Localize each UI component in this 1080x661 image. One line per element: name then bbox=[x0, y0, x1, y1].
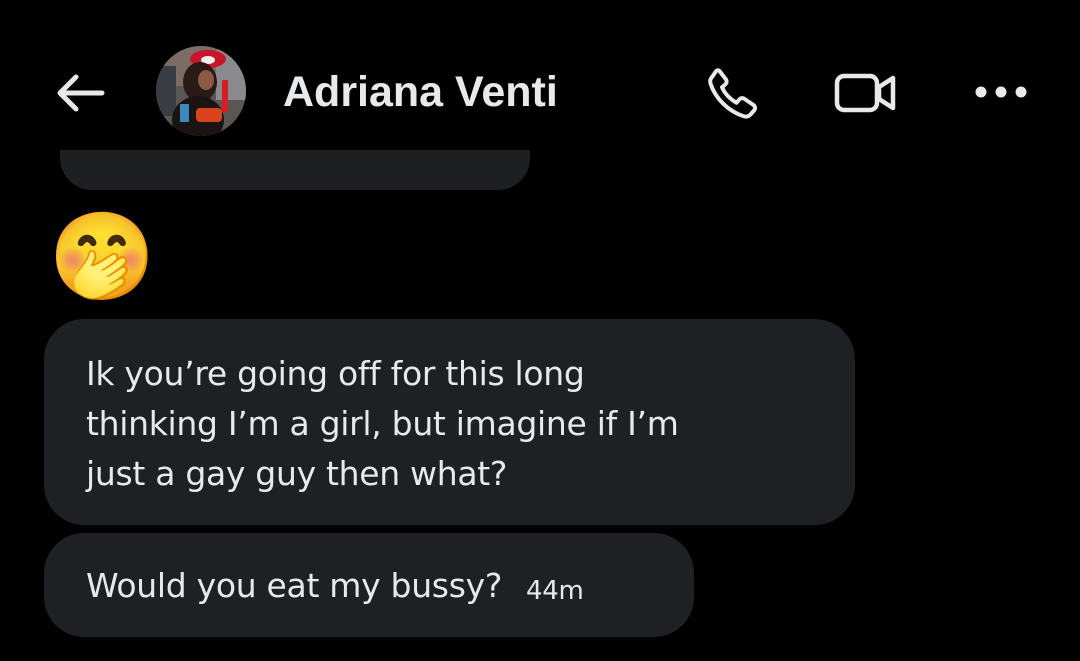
emoji-message[interactable]: 🤭 bbox=[46, 204, 158, 310]
face-with-hand-over-mouth-emoji: 🤭 bbox=[48, 207, 156, 307]
avatar-image bbox=[156, 46, 246, 136]
video-camera-icon bbox=[834, 73, 896, 113]
avatar[interactable] bbox=[156, 46, 246, 136]
phone-icon bbox=[708, 68, 758, 119]
more-horizontal-icon bbox=[975, 86, 1027, 98]
arrow-left-icon bbox=[57, 74, 105, 112]
contact-name[interactable]: Adriana Venti bbox=[283, 62, 558, 122]
conversation-header: Adriana Venti bbox=[0, 0, 1080, 150]
video-call-button[interactable] bbox=[830, 62, 902, 124]
back-button[interactable] bbox=[50, 66, 108, 120]
more-options-button[interactable] bbox=[966, 70, 1036, 114]
message-bubble[interactable]: Would you eat my bussy? 44m bbox=[44, 533, 694, 637]
voice-call-button[interactable] bbox=[698, 58, 768, 128]
message-timestamp: 44m bbox=[526, 576, 584, 606]
message-bubble[interactable]: Ik you’re going off for this long thinki… bbox=[44, 319, 855, 525]
message-text: Would you eat my bussy? bbox=[86, 565, 503, 605]
message-text-line: thinking I’m a girl, but imagine if I’m bbox=[86, 404, 679, 443]
message-text-line: Ik you’re going off for this long bbox=[86, 354, 585, 393]
message-text-line: just a gay guy then what? bbox=[86, 454, 508, 493]
previous-message-bubble bbox=[60, 150, 530, 190]
